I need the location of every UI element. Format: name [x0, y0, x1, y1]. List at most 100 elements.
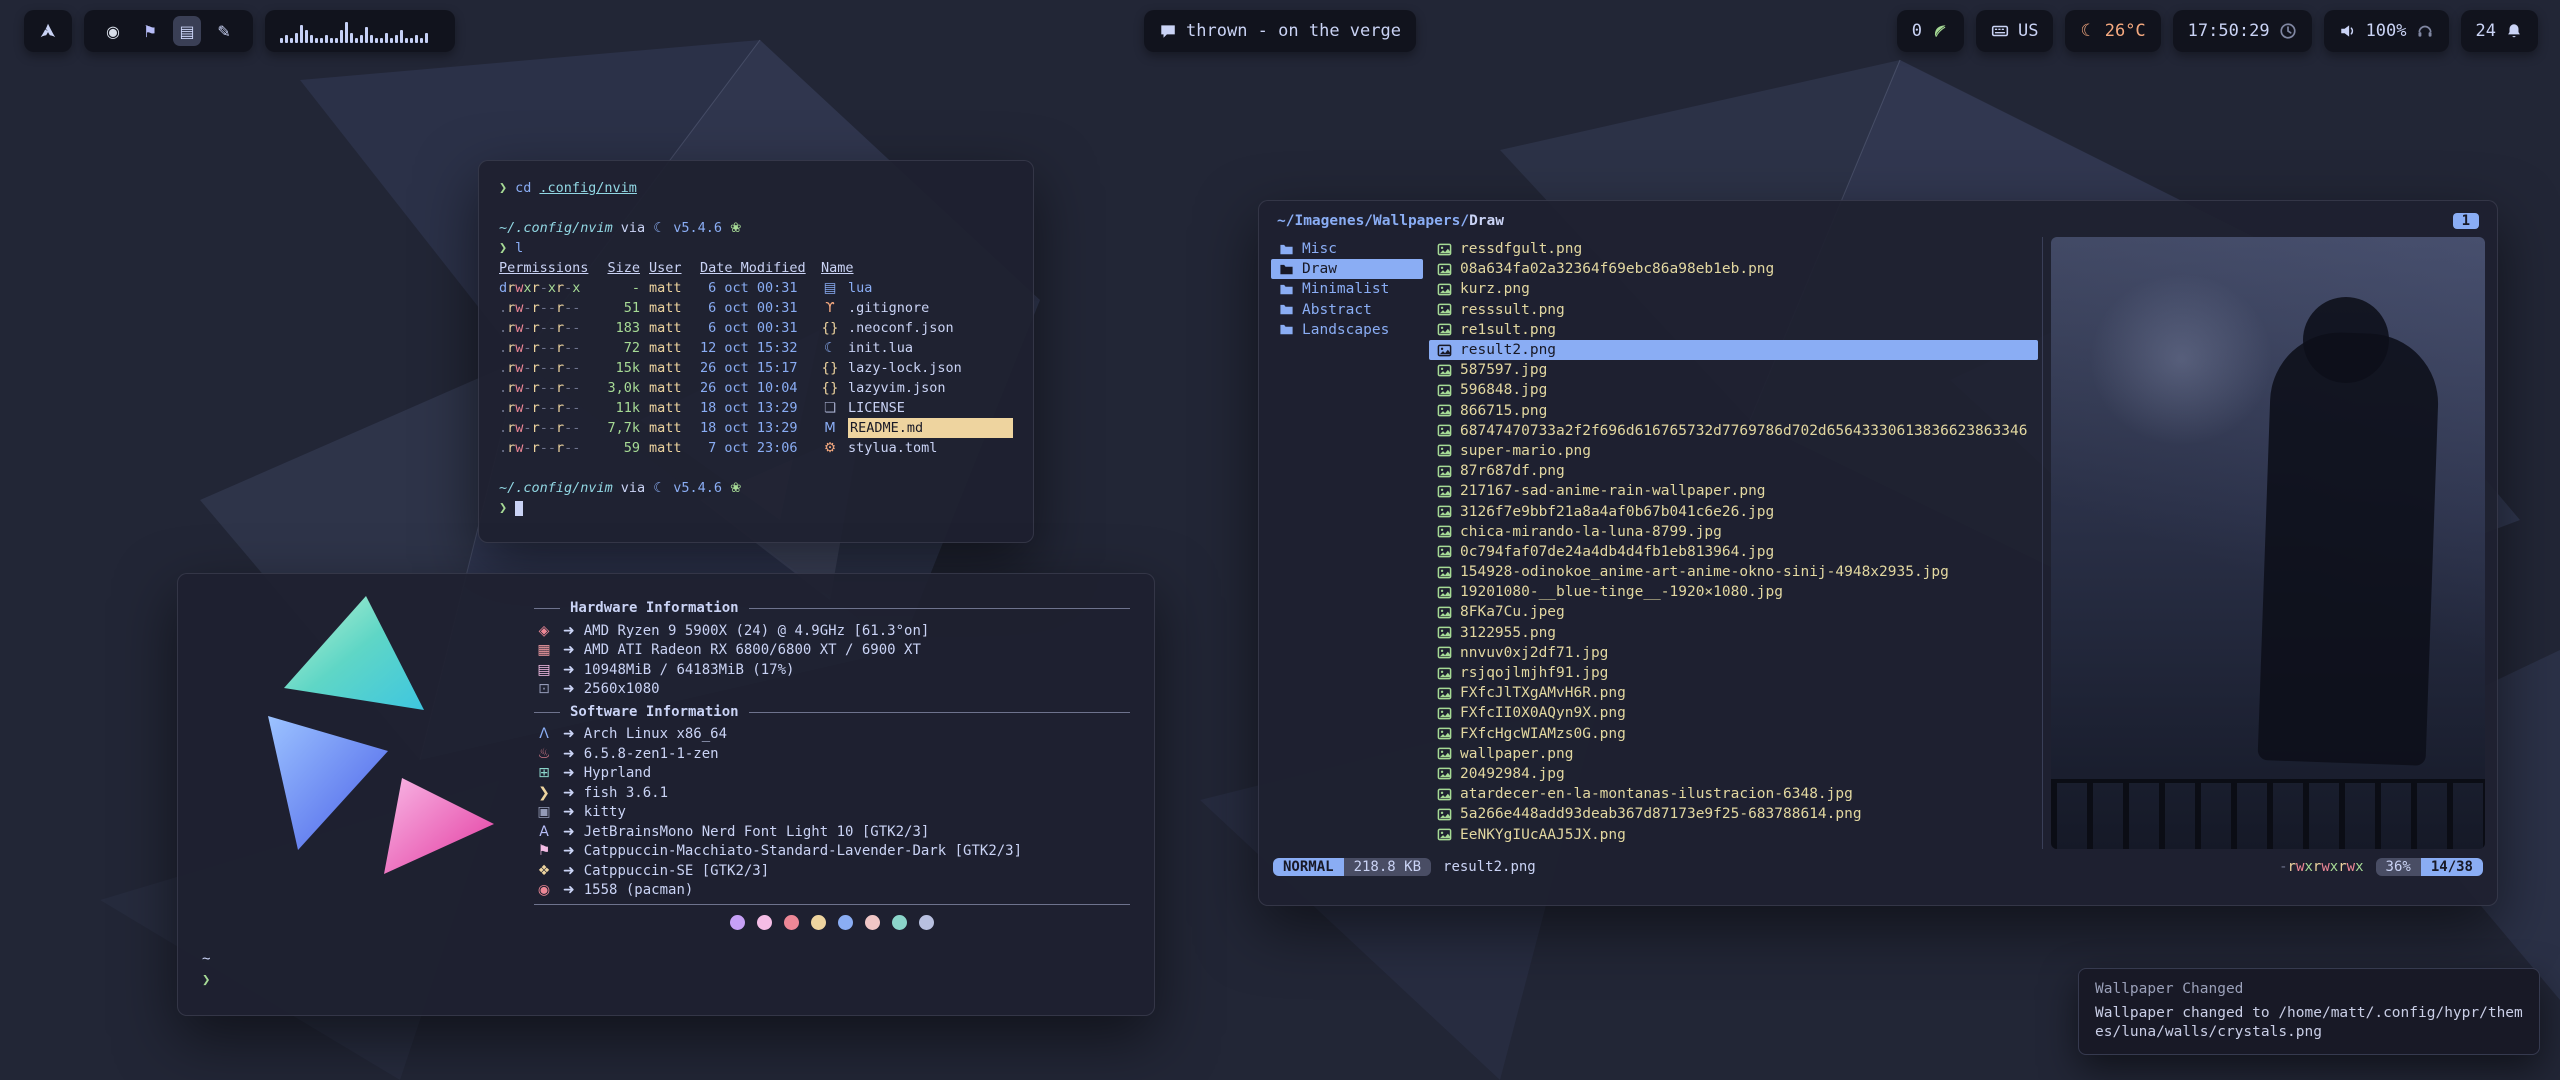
visualizer-bar [415, 35, 418, 43]
filename: atardecer-en-la-montanas-ilustracion-634… [1460, 786, 1853, 802]
list-item[interactable]: ressdfgult.png [1429, 239, 2038, 259]
weather-module[interactable]: ☾ 26°C [2065, 10, 2160, 52]
hardware-section-rule: Hardware Information [534, 599, 1130, 619]
palette-dot [838, 915, 853, 930]
arch-value: Arch Linux x86_64 [584, 725, 727, 745]
user-cell: matt [649, 358, 691, 378]
updates-module[interactable]: 0 [1897, 10, 1964, 52]
list-item[interactable]: 19201080-__blue-tinge__-1920×1080.jpg [1429, 582, 2038, 602]
sidebar-item-misc[interactable]: Misc [1271, 239, 1423, 259]
file-list-pane[interactable]: ressdfgult.png08a634fa02a32364f69ebc86a9… [1429, 237, 2043, 849]
filename: 5a266e448add93deab367d87173e9f25-6837886… [1460, 806, 1862, 822]
brush-workspace-icon[interactable]: ✎ [210, 16, 238, 46]
files-workspace-icon[interactable]: ▤ [173, 16, 201, 46]
window-title-module[interactable]: thrown - on the verge [1144, 10, 1416, 52]
arrow-icon: ➜ [563, 622, 575, 642]
list-item[interactable]: 5a266e448add93deab367d87173e9f25-6837886… [1429, 804, 2038, 824]
active-window-title: thrown - on the verge [1186, 21, 1401, 41]
fetch-info-line: ❯➜fish 3.6.1 [534, 784, 1130, 804]
image-icon [1437, 766, 1452, 781]
file-listing-row: .rw-r--r--59matt 7 oct 23:06⚙stylua.toml [499, 438, 1013, 458]
notification-popup[interactable]: Wallpaper Changed Wallpaper changed to /… [2078, 968, 2540, 1055]
terminal-prompt-line[interactable]: ❯ [499, 498, 1013, 518]
list-item[interactable]: nnvuv0xj2df71.jpg [1429, 643, 2038, 663]
list-item[interactable]: 87r687df.png [1429, 461, 2038, 481]
list-item[interactable]: 3122955.png [1429, 623, 2038, 643]
visualizer-bar [295, 33, 298, 43]
list-item[interactable]: resssult.png [1429, 300, 2038, 320]
arrow-icon: ➜ [563, 862, 575, 882]
permissions-cell: .rw-r--r-- [499, 378, 591, 398]
list-item[interactable]: chica-mirando-la-luna-8799.jpg [1429, 522, 2038, 542]
sidebar-item-abstract[interactable]: Abstract [1271, 300, 1423, 320]
browser-workspace-icon[interactable]: ◉ [99, 16, 127, 46]
parent-directory-pane[interactable]: MiscDrawMinimalistAbstractLandscapes [1271, 237, 1423, 849]
bottom-rule [534, 904, 1130, 905]
list-item[interactable]: 08a634fa02a32364f69ebc86a98eb1eb.png [1429, 259, 2038, 279]
sidebar-item-draw[interactable]: Draw [1271, 259, 1423, 279]
keyboard-module[interactable]: US [1976, 10, 2053, 52]
date-cell: 7 oct 23:06 [700, 438, 812, 458]
theme-icon: ⚑ [534, 842, 554, 862]
clock-module[interactable]: 17:50:29 [2173, 10, 2312, 52]
list-item[interactable]: 68747470733a2f2f696d616765732d7769786d70… [1429, 421, 2038, 441]
tab-badge[interactable]: 1 [2453, 213, 2479, 229]
image-icon [1437, 343, 1452, 358]
prompt-icon: ❯ [499, 178, 507, 198]
list-item[interactable]: FXfcJlTXgAMvH6R.png [1429, 683, 2038, 703]
permission-char: w [2347, 859, 2355, 875]
list-item[interactable]: 587597.jpg [1429, 360, 2038, 380]
flag-workspace-icon[interactable]: ⚑ [136, 16, 164, 46]
leaf-icon [1931, 22, 1949, 40]
list-item[interactable]: 154928-odinokoe_anime-art-anime-okno-sin… [1429, 562, 2038, 582]
launcher-module[interactable] [24, 10, 72, 52]
list-item[interactable]: FXfcHgcWIAMzs0G.png [1429, 724, 2038, 744]
list-item[interactable]: 0c794faf07de24a4db4d4fb1eb813964.jpg [1429, 542, 2038, 562]
list-item[interactable]: 3126f7e9bbf21a8a4af0b67b041c6e26.jpg [1429, 501, 2038, 521]
list-item[interactable]: 217167-sad-anime-rain-wallpaper.png [1429, 481, 2038, 501]
list-item[interactable]: atardecer-en-la-montanas-ilustracion-634… [1429, 784, 2038, 804]
list-item[interactable]: kurz.png [1429, 279, 2038, 299]
sidebar-item-minimalist[interactable]: Minimalist [1271, 279, 1423, 299]
filename: rsjqojlmjhf91.jpg [1460, 665, 1608, 681]
terminal-color-palette [534, 915, 1130, 930]
image-icon [1437, 787, 1452, 802]
permission-char: r [532, 400, 540, 416]
clock-icon [2279, 22, 2297, 40]
list-item[interactable]: 866715.png [1429, 401, 2038, 421]
visualizer-bar [320, 38, 323, 43]
filename: 217167-sad-anime-rain-wallpaper.png [1460, 483, 1766, 499]
list-item[interactable]: 8FKa7Cu.jpeg [1429, 602, 2038, 622]
filename-cell: README.md [848, 418, 1013, 438]
hardware-lines: ◈➜AMD Ryzen 9 5900X (24) @ 4.9GHz [61.3°… [534, 622, 1130, 700]
list-item[interactable]: wallpaper.png [1429, 744, 2038, 764]
list-item[interactable]: 20492984.jpg [1429, 764, 2038, 784]
sidebar-item-landscapes[interactable]: Landscapes [1271, 320, 1423, 340]
folder-icon [1279, 322, 1294, 337]
rule-line [749, 608, 1130, 609]
notifications-module[interactable]: 24 [2461, 10, 2538, 52]
list-item[interactable]: FXfcII0X0AQyn9X.png [1429, 703, 2038, 723]
visualizer-bar [315, 38, 318, 43]
list-item[interactable]: super-mario.png [1429, 441, 2038, 461]
list-item[interactable]: re1sult.png [1429, 320, 2038, 340]
permission-char: . [499, 420, 507, 436]
list-item[interactable]: 596848.jpg [1429, 380, 2038, 400]
palette-dot [757, 915, 772, 930]
gpu-value: AMD ATI Radeon RX 6800/6800 XT / 6900 XT [584, 641, 921, 661]
braces-file-icon: {} [821, 378, 839, 398]
font-value: JetBrainsMono Nerd Font Light 10 [GTK2/3… [584, 823, 930, 843]
list-item[interactable]: EeNKYgIUcAAJ5JX.png [1429, 824, 2038, 844]
preview-image [2258, 330, 2441, 766]
fetch-shell-prompt[interactable]: ~ ❯ [202, 949, 210, 991]
volume-module[interactable]: 100% [2324, 10, 2449, 52]
filename: 68747470733a2f2f696d616765732d7769786d70… [1460, 423, 2027, 439]
list-item[interactable]: rsjqojlmjhf91.jpg [1429, 663, 2038, 683]
permission-char: r [556, 340, 564, 356]
permission-char: r [532, 320, 540, 336]
permission-char: r [532, 440, 540, 456]
list-item[interactable]: result2.png [1429, 340, 2038, 360]
permission-char: - [572, 420, 580, 436]
filename: kurz.png [1460, 281, 1530, 297]
software-section-rule: Software Information [534, 703, 1130, 723]
